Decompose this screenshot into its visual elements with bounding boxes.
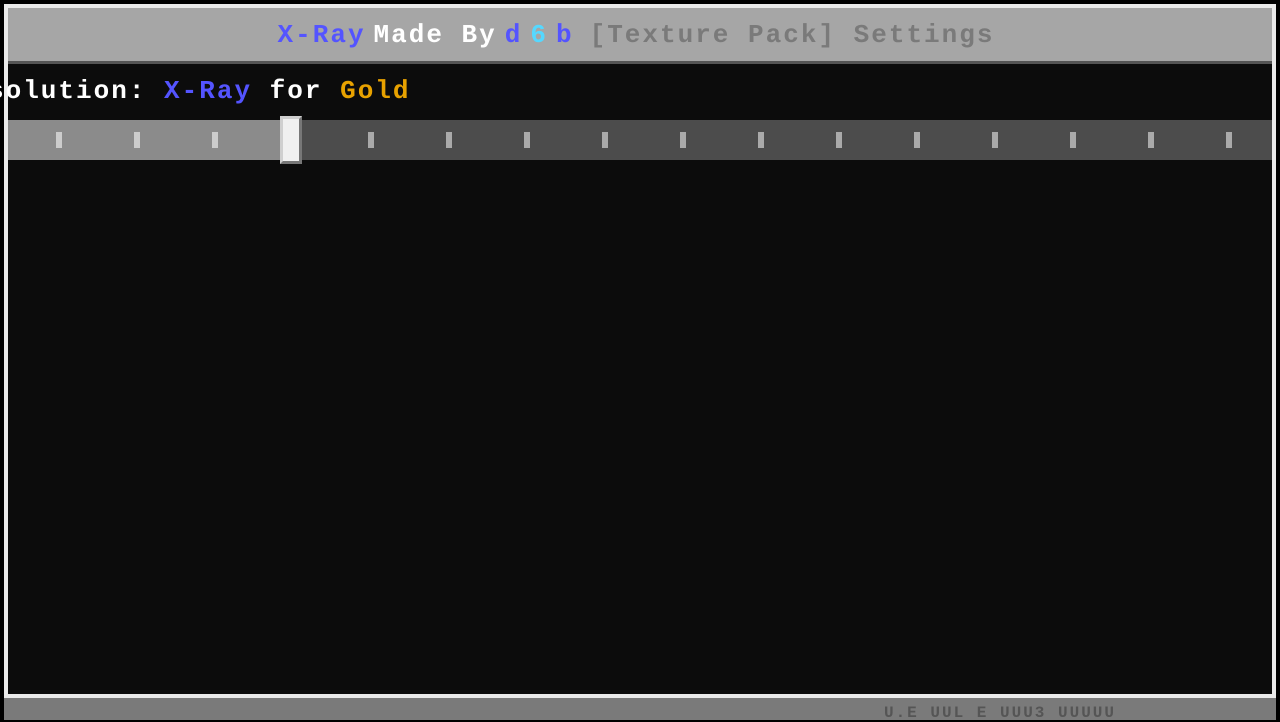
settings-frame: X-Ray Made By d6b [Texture Pack] Setting…: [4, 4, 1276, 698]
slider-tick: [212, 132, 218, 148]
slider-tick: [836, 132, 842, 148]
slider-tick: [602, 132, 608, 148]
header-xray: X-Ray: [278, 20, 366, 50]
slider-tick: [524, 132, 530, 148]
slider-tick: [992, 132, 998, 148]
bottom-text: U.E UUL E UUU3 UUUUU: [884, 704, 1116, 722]
slider-tick: [134, 132, 140, 148]
label-xray: X-Ray: [164, 76, 252, 106]
label-for: for: [270, 76, 323, 106]
slider-tick: [1148, 132, 1154, 148]
resolution-label: solution: X-Ray for Gold: [0, 76, 1272, 106]
header-made-by: Made By: [374, 20, 497, 50]
slider-tick: [368, 132, 374, 148]
settings-content: solution: X-Ray for Gold: [8, 64, 1272, 160]
slider-tick: [446, 132, 452, 148]
label-target: Gold: [340, 76, 410, 106]
author-6: 6: [530, 20, 548, 50]
slider-tick: [56, 132, 62, 148]
bottom-strip: U.E UUL E UUU3 UUUUU: [4, 698, 1276, 720]
header-suffix: [Texture Pack] Settings: [590, 20, 995, 50]
slider-tick: [680, 132, 686, 148]
header-author: d6b: [505, 20, 582, 50]
resolution-slider[interactable]: [8, 120, 1272, 160]
author-d: d: [505, 20, 523, 50]
slider-tick: [758, 132, 764, 148]
slider-tick: [914, 132, 920, 148]
slider-fill: [8, 120, 280, 160]
slider-tick: [1226, 132, 1232, 148]
author-b: b: [556, 20, 574, 50]
header-bar: X-Ray Made By d6b [Texture Pack] Setting…: [8, 8, 1272, 64]
slider-tick: [1070, 132, 1076, 148]
label-prefix: solution:: [0, 76, 146, 106]
slider-handle[interactable]: [280, 116, 302, 164]
